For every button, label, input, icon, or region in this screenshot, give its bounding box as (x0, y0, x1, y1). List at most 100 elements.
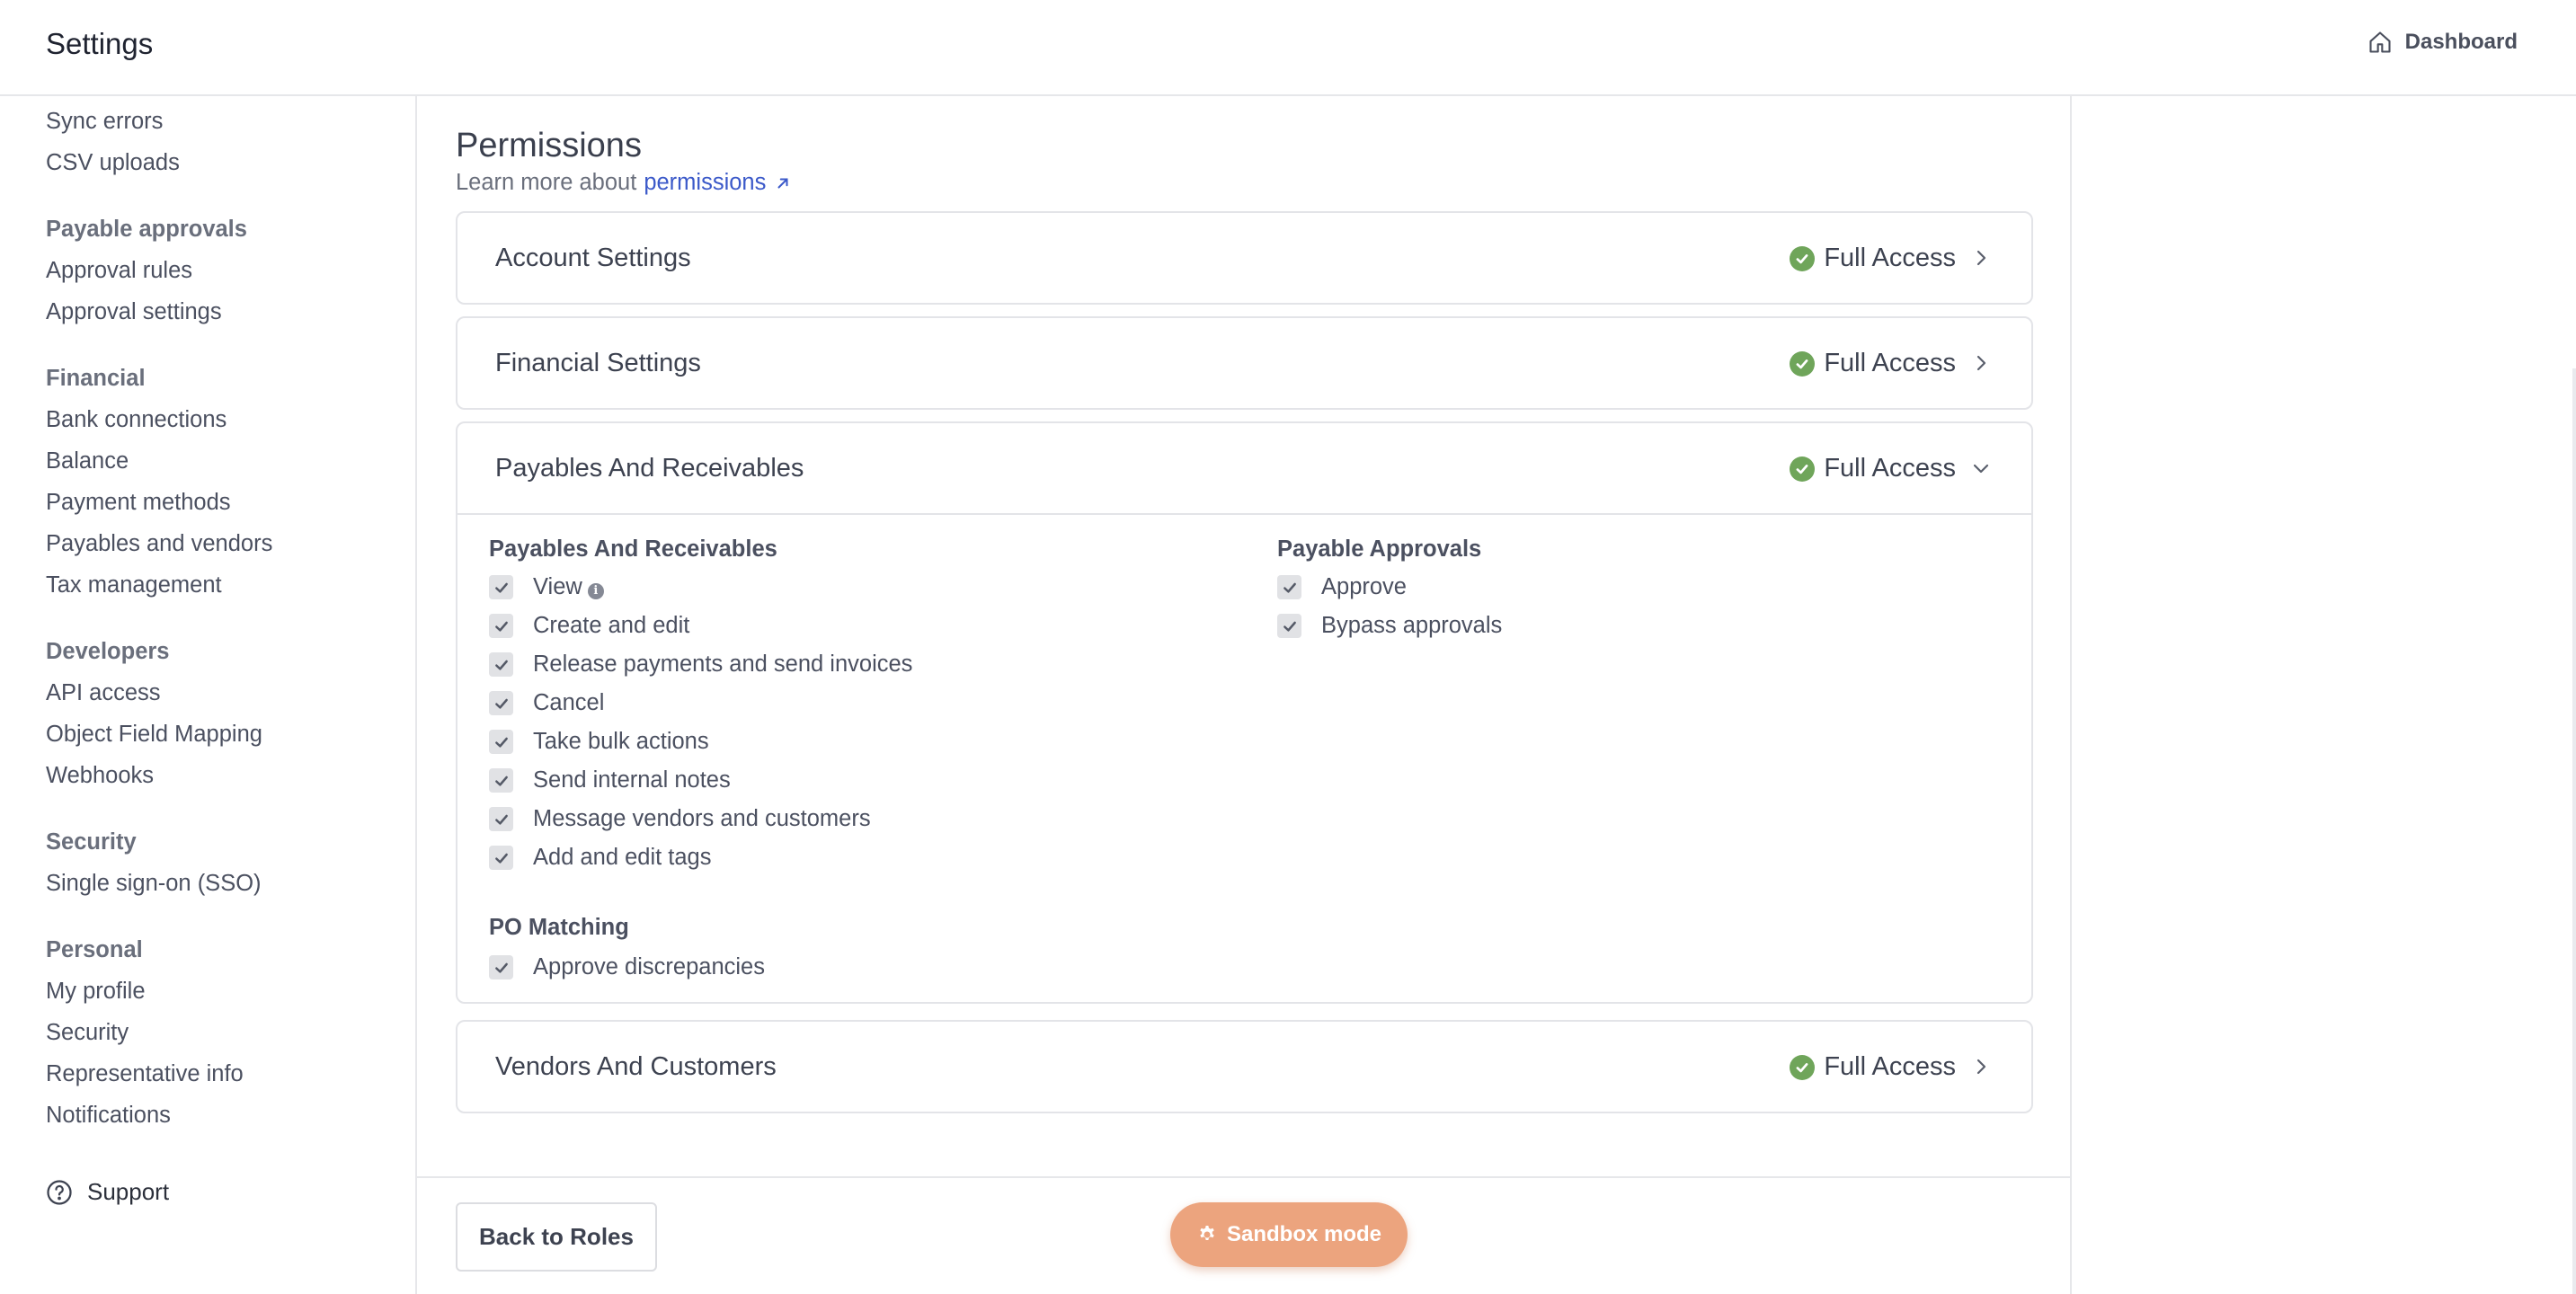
sidebar-item-sso[interactable]: Single sign-on (SSO) (46, 871, 262, 897)
checkbox[interactable] (489, 575, 513, 599)
checkmark-icon (1283, 582, 1296, 593)
checkbox[interactable] (489, 730, 513, 754)
scrollbar-track[interactable] (2572, 368, 2576, 1294)
checkbox-label: Send internal notes (533, 767, 731, 793)
check-circle-icon (1790, 350, 1816, 377)
checkbox-label: Add and edit tags (533, 845, 712, 870)
sidebar-item-representative-info[interactable]: Representative info (46, 1061, 244, 1087)
checkbox[interactable] (489, 614, 513, 638)
sidebar-item-my-profile[interactable]: My profile (46, 979, 146, 1005)
permission-checkbox-row[interactable]: Bypass approvals (1277, 613, 1502, 639)
checkbox[interactable] (1277, 575, 1301, 599)
chevron-right-icon[interactable] (1970, 352, 1992, 374)
sidebar-item-security[interactable]: Security (46, 1020, 129, 1046)
checkbox[interactable] (489, 955, 513, 979)
permissions-title: Permissions (456, 127, 642, 164)
help-circle-icon (47, 1179, 72, 1205)
sidebar-item-payment-methods[interactable]: Payment methods (46, 490, 231, 516)
sidebar-item-approval-settings[interactable]: Approval settings (46, 299, 222, 325)
subtitle-prefix: Learn more about (456, 170, 637, 195)
permissions-link[interactable]: permissions (644, 170, 791, 196)
checkbox-label: Approve (1321, 574, 1407, 599)
permission-card-financial-settings[interactable]: Financial Settings Full Access (456, 316, 2033, 410)
checkmark-icon (494, 660, 508, 670)
sidebar-item-webhooks[interactable]: Webhooks (46, 763, 154, 789)
checkmark-icon (494, 962, 508, 973)
access-status: Full Access (1790, 244, 1956, 273)
dashboard-label: Dashboard (2404, 30, 2518, 54)
checkbox-label: View i (533, 574, 604, 600)
permission-checkbox-row[interactable]: Approve discrepancies (489, 954, 765, 980)
permissions-subtitle: Learn more about permissions (456, 170, 791, 196)
sidebar-item-csv-uploads[interactable]: CSV uploads (46, 150, 180, 176)
info-icon[interactable]: i (587, 582, 604, 599)
check-circle-icon (1790, 456, 1816, 482)
checkbox-label: Approve discrepancies (533, 954, 765, 979)
support-link[interactable]: Support (46, 1178, 169, 1206)
permission-checkbox-row[interactable]: Message vendors and customers (489, 806, 871, 832)
checkbox-label: Cancel (533, 690, 605, 715)
back-to-roles-button[interactable]: Back to Roles (456, 1202, 657, 1272)
checkbox[interactable] (489, 846, 513, 870)
chevron-down-icon[interactable] (1970, 457, 1992, 479)
sandbox-mode-button[interactable]: Sandbox mode (1170, 1202, 1408, 1267)
permission-checkbox-row[interactable]: Send internal notes (489, 767, 731, 793)
sidebar-item-approval-rules[interactable]: Approval rules (46, 258, 192, 284)
sidebar: Sync errors CSV uploads Payable approval… (0, 96, 415, 1294)
checkbox[interactable] (489, 691, 513, 715)
card-header[interactable]: Account Settings Full Access (457, 213, 2031, 303)
permission-checkbox-row[interactable]: Add and edit tags (489, 845, 711, 871)
checkmark-icon (494, 737, 508, 748)
checkbox-label: Message vendors and customers (533, 806, 871, 831)
checkmark-icon (494, 582, 508, 593)
sidebar-item-sync-errors[interactable]: Sync errors (46, 109, 163, 135)
permission-checkbox-row[interactable]: Approve (1277, 574, 1407, 600)
permission-checkbox-row[interactable]: Release payments and send invoices (489, 651, 912, 678)
checkbox-label: Bypass approvals (1321, 613, 1503, 638)
sidebar-item-api-access[interactable]: API access (46, 680, 161, 706)
checkbox[interactable] (489, 807, 513, 831)
sidebar-heading-financial: Financial (46, 366, 146, 391)
card-title: Payables And Receivables (495, 454, 804, 483)
sidebar-item-payables-and-vendors[interactable]: Payables and vendors (46, 531, 272, 557)
access-label: Full Access (1824, 454, 1956, 483)
top-bar: Settings Dashboard (0, 0, 2576, 96)
permission-checkbox-row[interactable]: Take bulk actions (489, 729, 709, 755)
access-label: Full Access (1824, 349, 1956, 377)
checkbox-label: Release payments and send invoices (533, 651, 913, 677)
checkbox[interactable] (489, 652, 513, 677)
sidebar-item-balance[interactable]: Balance (46, 448, 129, 474)
check-circle-icon (1790, 1054, 1816, 1080)
card-title: Account Settings (495, 244, 691, 272)
checkmark-icon (494, 853, 508, 864)
sidebar-heading-personal: Personal (46, 937, 143, 962)
chevron-right-icon[interactable] (1970, 1056, 1992, 1077)
gear-icon (1200, 1226, 1214, 1240)
card-header[interactable]: Payables And Receivables Full Access (457, 423, 2031, 513)
chevron-right-icon[interactable] (1970, 247, 1992, 269)
sidebar-item-tax-management[interactable]: Tax management (46, 572, 222, 598)
checkmark-icon (494, 698, 508, 709)
permission-card-vendors-and-customers[interactable]: Vendors And Customers Full Access (456, 1020, 2033, 1113)
sidebar-item-object-field-mapping[interactable]: Object Field Mapping (46, 722, 262, 748)
dashboard-link[interactable]: Dashboard (2367, 30, 2518, 55)
access-status: Full Access (1790, 349, 1956, 378)
checkmark-icon (494, 621, 508, 632)
sidebar-item-bank-connections[interactable]: Bank connections (46, 407, 227, 433)
sidebar-item-notifications[interactable]: Notifications (46, 1103, 171, 1129)
card-header[interactable]: Vendors And Customers Full Access (457, 1022, 2031, 1112)
card-body: Payables And Receivables View i Create an… (457, 513, 2031, 1002)
permission-checkbox-row[interactable]: Cancel (489, 690, 604, 716)
checkbox[interactable] (1277, 614, 1301, 638)
permission-card-account-settings[interactable]: Account Settings Full Access (456, 211, 2033, 305)
page-title: Settings (46, 27, 154, 60)
checkmark-icon (1283, 621, 1296, 632)
permission-checkbox-row[interactable]: Create and edit (489, 613, 689, 639)
home-icon (2369, 31, 2391, 53)
card-header[interactable]: Financial Settings Full Access (457, 318, 2031, 408)
sidebar-heading-security: Security (46, 829, 137, 855)
checkmark-icon (494, 776, 508, 786)
checkbox[interactable] (489, 768, 513, 793)
sidebar-heading-payable-approvals: Payable approvals (46, 217, 247, 242)
permission-checkbox-row[interactable]: View i (489, 574, 604, 600)
